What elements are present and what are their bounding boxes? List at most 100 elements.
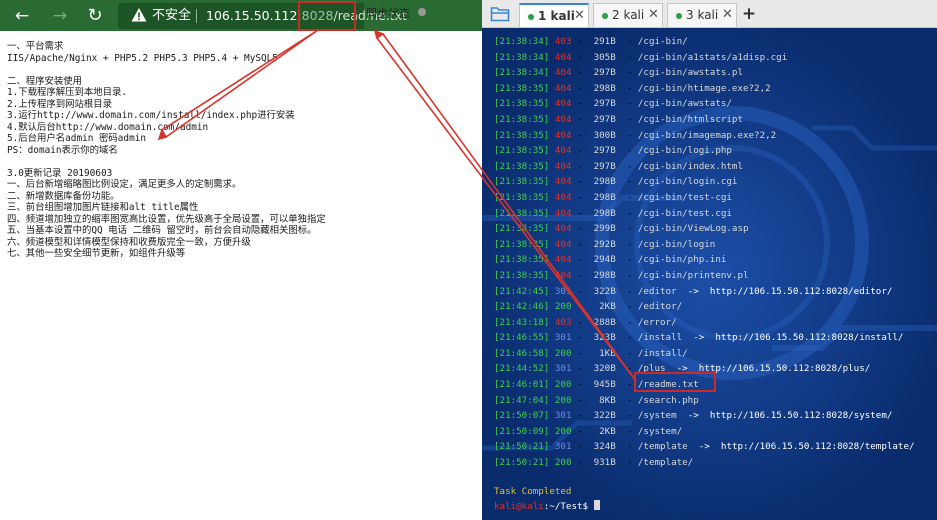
log-timestamp: [21:38:35]: [494, 269, 550, 281]
prompt-path: :~/Test$: [543, 501, 589, 512]
response-size: 320B: [593, 363, 616, 375]
new-tab-button[interactable]: +: [740, 4, 758, 24]
status-code: 200: [554, 457, 572, 469]
log-timestamp: [21:38:34]: [494, 36, 550, 47]
request-path: /cgi-bin/logi.php: [637, 145, 732, 157]
security-status-label[interactable]: 不安全: [152, 7, 191, 25]
response-size: 292B: [593, 238, 616, 250]
close-icon[interactable]: ✕: [574, 8, 585, 23]
log-timestamp: [21:38:35]: [494, 98, 550, 110]
log-timestamp: [21:38:35]: [494, 129, 550, 141]
request-path: /editor/: [637, 301, 683, 313]
status-code: 404: [554, 51, 572, 63]
terminal-line: [21:50:21] 200 - 931B - /template/: [494, 455, 915, 471]
request-path: /cgi-bin/test-cgi: [637, 191, 732, 203]
request-path: /cgi-bin/awstats/: [637, 98, 732, 110]
browser-window: ← → ↻ 不安全 106.15.50.112:8028/readme.txt …: [0, 0, 482, 520]
readme-line-highlight-box: [634, 372, 716, 392]
response-size: 297B: [593, 67, 616, 79]
response-size: 297B: [593, 160, 616, 172]
response-size: 297B: [593, 113, 616, 125]
terminal-line: [21:38:34] 404 - 305B - /cgi-bin/a1stats…: [494, 50, 915, 66]
status-code: 200: [554, 301, 572, 313]
status-code: 404: [554, 113, 572, 125]
terminal-line: [21:43:18] 403 - 288B - /error/: [494, 315, 915, 331]
sync-status-dot: [418, 8, 426, 16]
response-size: 297B: [593, 145, 616, 157]
log-timestamp: [21:50:21]: [494, 457, 550, 469]
log-timestamp: [21:42:45]: [494, 285, 550, 297]
readme-line: 1.下载程序解压到本地目录.: [7, 87, 128, 98]
log-timestamp: [21:38:35]: [494, 254, 550, 266]
terminal-tab-2[interactable]: 2 kali ✕: [593, 3, 663, 27]
log-timestamp: [21:43:18]: [494, 316, 550, 328]
readme-line: 二、程序安装使用: [7, 75, 83, 87]
log-timestamp: [21:46:55]: [494, 332, 550, 344]
log-timestamp: [21:46:01]: [494, 379, 550, 391]
log-timestamp: [21:44:52]: [494, 363, 550, 375]
response-size: 298B: [593, 176, 616, 188]
terminal-line: [21:50:07] 301 - 322B - /system -> http:…: [494, 408, 915, 424]
url-path-highlight-box: [298, 1, 356, 31]
response-size: 945B: [593, 379, 616, 391]
response-size: 298B: [593, 269, 616, 281]
back-arrow-icon[interactable]: ←: [9, 3, 35, 29]
terminal-line: [21:38:35] 404 - 299B - /cgi-bin/ViewLog…: [494, 221, 915, 237]
response-size: 322B: [593, 285, 616, 297]
status-code: 404: [554, 129, 572, 141]
status-code: 200: [554, 425, 572, 437]
log-timestamp: [21:38:35]: [494, 82, 550, 94]
folder-icon[interactable]: [490, 5, 510, 23]
forward-arrow-icon[interactable]: →: [47, 3, 73, 29]
url-host: 106.15.50.112: [206, 8, 298, 23]
terminal-tab-1[interactable]: 1 kali ✕: [519, 3, 589, 27]
readme-line: 六、频道模型和详情模型保持和收费版完全一致，方便升级: [7, 236, 251, 248]
terminal-line: [21:38:35] 404 - 300B - /cgi-bin/imagema…: [494, 128, 915, 144]
response-size: 297B: [593, 98, 616, 110]
redirect-url: http://106.15.50.112:8028/system/: [709, 410, 893, 422]
shell-prompt[interactable]: kali@kali:~/Test$: [494, 500, 600, 512]
request-path: /cgi-bin/: [637, 36, 688, 47]
redirect-arrow: ->: [687, 410, 699, 422]
request-path: /template: [637, 441, 688, 453]
response-size: 288B: [593, 316, 616, 328]
request-path: /cgi-bin/a1stats/a1disp.cgi: [637, 51, 788, 63]
request-path: /editor: [637, 285, 677, 297]
request-path: /template/: [637, 457, 694, 469]
readme-line: 三、前台组图增加图片链接和alt title属性: [7, 202, 199, 213]
close-icon[interactable]: ✕: [722, 7, 733, 22]
terminal-line: [21:50:21] 301 - 324B - /template -> htt…: [494, 439, 915, 455]
response-size: 305B: [593, 51, 616, 63]
readme-line: [7, 156, 477, 168]
readme-line: IIS/Apache/Nginx + PHP5.2 PHP5.3 PHP5.4 …: [7, 52, 278, 64]
request-path: /cgi-bin/ViewLog.asp: [637, 223, 749, 235]
redirect-url: http://106.15.50.112:8028/plus/: [698, 363, 871, 375]
request-path: /cgi-bin/index.html: [637, 160, 743, 172]
log-timestamp: [21:38:35]: [494, 160, 550, 172]
readme-line: 七、其他一些安全细节更新，如组件升级等: [7, 248, 186, 259]
log-timestamp: [21:38:35]: [494, 145, 550, 157]
redirect-url: http://106.15.50.112:8028/install/: [715, 332, 904, 344]
readme-line: 五、当基本设置中的QQ 电话 二维码 留空时，前台会自动隐藏相关图标。: [7, 225, 317, 236]
terminal-line: [21:38:35] 404 - 292B - /cgi-bin/login: [494, 237, 915, 253]
status-code: 404: [554, 145, 572, 157]
terminal-line: [21:46:58] 200 - 1KB - /install/: [494, 346, 915, 362]
response-size: 299B: [593, 223, 616, 235]
sync-status-label: 同步状态: [366, 7, 410, 20]
request-path: /cgi-bin/awstats.pl: [637, 67, 743, 79]
log-timestamp: [21:38:35]: [494, 238, 550, 250]
status-code: 404: [554, 238, 572, 250]
terminal-tab-3[interactable]: 3 kali ✕: [667, 3, 737, 27]
log-timestamp: [21:38:35]: [494, 223, 550, 235]
reload-icon[interactable]: ↻: [82, 3, 108, 29]
close-icon[interactable]: ✕: [648, 7, 659, 22]
status-code: 404: [554, 67, 572, 79]
warning-icon: [131, 8, 147, 22]
status-code: 301: [554, 410, 572, 422]
terminal-line: [21:47:04] 200 - 8KB - /search.php: [494, 393, 915, 409]
log-timestamp: [21:38:35]: [494, 207, 550, 219]
response-size: 294B: [593, 254, 616, 266]
terminal-tab-bar: 1 kali ✕ 2 kali ✕ 3 kali ✕ +: [482, 0, 937, 28]
redirect-url: http://106.15.50.112:8028/editor/: [709, 285, 893, 297]
status-code: 200: [554, 347, 572, 359]
